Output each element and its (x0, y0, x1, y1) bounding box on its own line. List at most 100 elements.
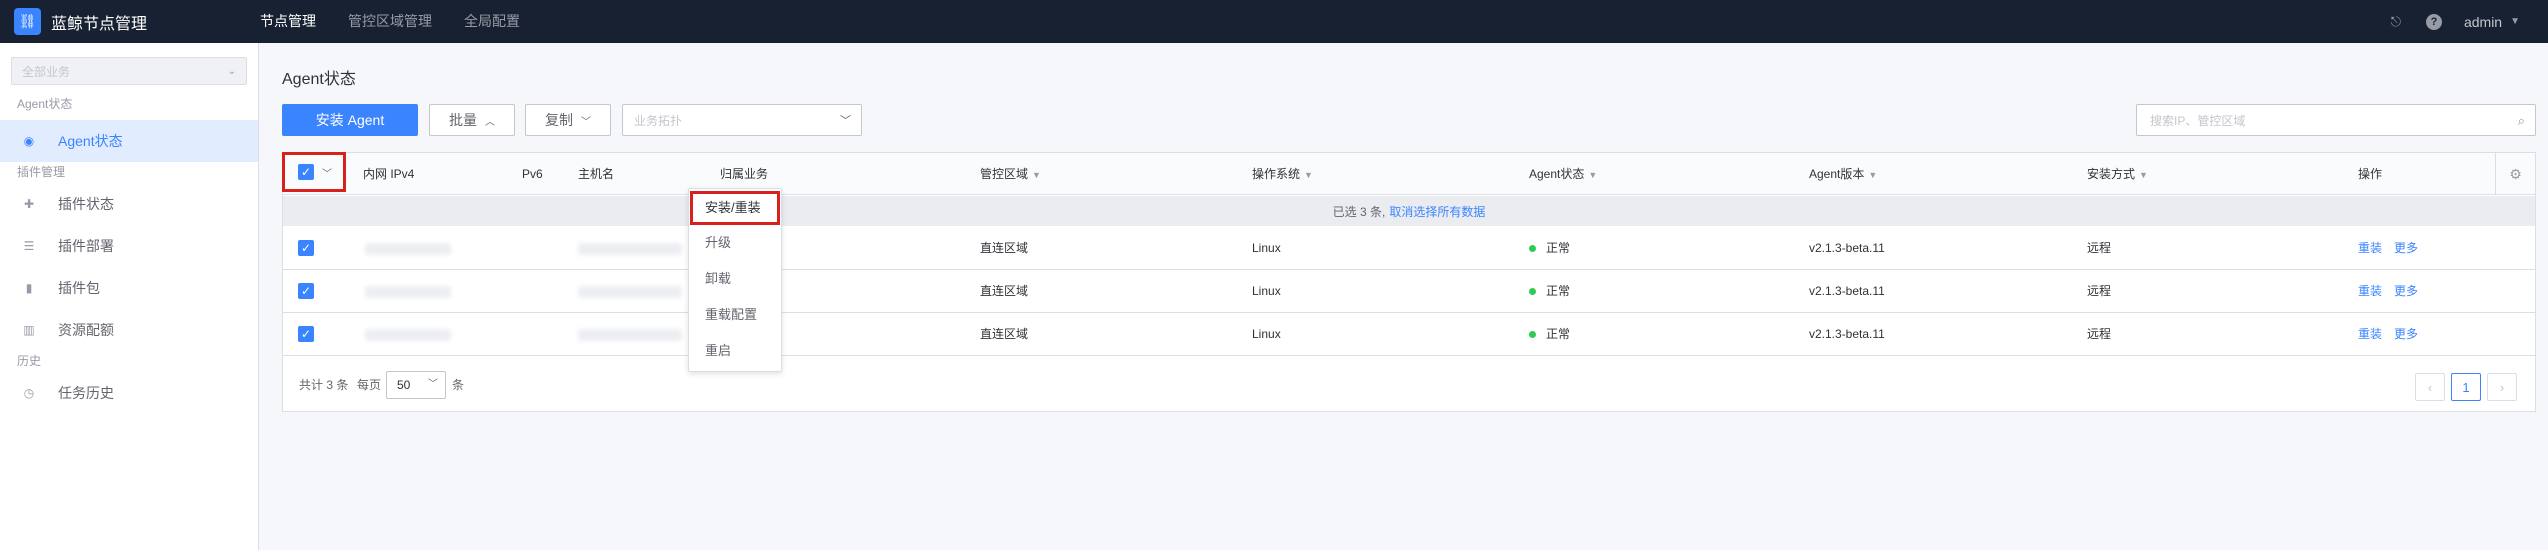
prev-page-button[interactable]: ‹ (2415, 373, 2445, 401)
column-agent-status[interactable]: Agent状态 ▼ (1529, 153, 1597, 195)
help-icon[interactable]: ? (2425, 13, 2442, 30)
select-all-checkbox-highlight[interactable]: ✓ ﹀ (282, 152, 346, 192)
nav-tab-global-config[interactable]: 全局配置 (464, 0, 520, 43)
batch-button[interactable]: 批量 ︿ (429, 104, 515, 136)
main-content: Agent状态 安装 Agent 批量 ︿ 复制 ﹀ 业务拓扑 ﹀ 搜索IP、管… (260, 43, 2548, 550)
sidebar-item-plugin-deploy[interactable]: ☰ 插件部署 (0, 225, 258, 267)
cell-actions: 重装 更多 (2358, 313, 2430, 355)
topology-select[interactable]: 业务拓扑 ﹀ (622, 104, 862, 136)
cell-os: Linux (1252, 284, 1281, 298)
cell-agent-status: 正常 (1529, 227, 1570, 269)
deploy-icon: ☰ (23, 239, 35, 253)
cell-os: Linux (1252, 241, 1281, 255)
batch-uninstall[interactable]: 卸载 (689, 261, 781, 297)
sidebar-item-task-history[interactable]: ◷ 任务历史 (0, 372, 258, 414)
sidebar-item-label: 任务历史 (58, 385, 114, 401)
sidebar-item-agent-status[interactable]: ◉ Agent状态 (0, 120, 258, 162)
column-label: Agent状态 (1529, 167, 1585, 181)
install-agent-button[interactable]: 安装 Agent (282, 104, 418, 136)
gear-icon[interactable]: ⚙ (2495, 153, 2535, 195)
sidebar-item-label: 插件状态 (58, 196, 114, 212)
sidebar-item-label: 插件部署 (58, 238, 114, 254)
bluekings-logo-icon: ⛓ (14, 8, 41, 35)
table-row: ✓ 蓝鲸 直连区域 Linux 正常 v2.1.3-beta.11 远程 重装更… (283, 227, 2535, 270)
more-link[interactable]: 更多 (2394, 327, 2418, 341)
brand[interactable]: ⛓ 蓝鲸节点管理 (0, 0, 260, 43)
status-dot (1529, 245, 1536, 253)
chevron-down-icon[interactable]: ﹀ (322, 165, 332, 180)
clear-selection-link[interactable]: 取消选择所有数据 (1389, 203, 1485, 220)
next-page-button[interactable]: › (2487, 373, 2517, 401)
select-all-checkbox[interactable]: ✓ (298, 164, 314, 180)
nav-tab-node-management[interactable]: 节点管理 (260, 0, 316, 43)
chevron-down-icon: ﹀ (428, 379, 438, 390)
sidebar-item-resource-quota[interactable]: ▥ 资源配额 (0, 309, 258, 351)
agent-table: ✓ ﹀ 内网 IPv4 Pv6 主机名 归属业务 管控区域 ▼ 操作系统 ▼ Age… (282, 152, 2536, 412)
sidebar-group-agent: Agent状态 (17, 97, 73, 111)
sidebar-item-plugin-status[interactable]: ✚ 插件状态 (0, 183, 258, 225)
filter-icon[interactable]: ▼ (1588, 170, 1597, 180)
column-label: Agent版本 (1809, 167, 1865, 181)
user-menu[interactable]: admin ▼ (2464, 14, 2520, 30)
cell-agent-status: 正常 (1529, 313, 1570, 355)
agent-icon: ◉ (23, 134, 35, 148)
page-1-button[interactable]: 1 (2451, 373, 2481, 401)
cell-install-method: 远程 (2087, 241, 2112, 255)
cell-agent-version: v2.1.3-beta.11 (1809, 327, 1885, 341)
topology-select-placeholder: 业务拓扑 (634, 113, 683, 128)
batch-reload-config[interactable]: 重载配置 (689, 297, 781, 333)
puzzle-icon: ✚ (23, 197, 35, 211)
row-checkbox[interactable]: ✓ (298, 283, 314, 299)
business-select-placeholder: 全部业务 (22, 64, 71, 79)
batch-restart[interactable]: 重启 (689, 333, 781, 369)
sidebar-group-history: 历史 (17, 354, 42, 368)
more-link[interactable]: 更多 (2394, 284, 2418, 298)
batch-button-label: 批量 (449, 112, 477, 128)
filter-icon[interactable]: ▼ (1032, 170, 1041, 180)
batch-upgrade[interactable]: 升级 (689, 225, 781, 261)
top-navigation: ⛓ 蓝鲸节点管理 节点管理 管控区域管理 全局配置 ⎋ ? admin ▼ (0, 0, 2548, 43)
toolbar: 安装 Agent 批量 ︿ 复制 ﹀ 业务拓扑 ﹀ 搜索IP、管控区域 ⌕ (282, 104, 2536, 136)
column-cloud-area[interactable]: 管控区域 ▼ (980, 153, 1041, 195)
page-size-select[interactable]: 50 ﹀ (386, 371, 446, 399)
cell-cloud-area: 直连区域 (980, 241, 1029, 255)
column-agent-version[interactable]: Agent版本 ▼ (1809, 153, 1877, 195)
clock-icon: ◷ (23, 386, 35, 400)
cell-hostname (578, 227, 682, 269)
batch-install-reinstall[interactable]: 安装/重装 (690, 191, 780, 225)
table-row: ✓ 蓝鲸 直连区域 Linux 正常 v2.1.3-beta.11 远程 重装更… (283, 270, 2535, 313)
column-actions: 操作 (2358, 167, 2383, 181)
business-select[interactable]: 全部业务 ⌄ (11, 57, 247, 85)
filter-icon[interactable]: ▼ (1304, 170, 1313, 180)
package-icon: ▮ (25, 281, 33, 295)
nav-tab-cloud-area[interactable]: 管控区域管理 (348, 0, 432, 43)
row-checkbox[interactable]: ✓ (298, 326, 314, 342)
column-install-method[interactable]: 安装方式 ▼ (2087, 153, 2148, 195)
sidebar: 全部业务 ⌄ Agent状态 ◉ Agent状态 插件管理 ✚ 插件状态 ☰ 插… (0, 43, 259, 550)
filter-icon[interactable]: ▼ (2139, 170, 2148, 180)
cell-ipv4 (365, 270, 451, 312)
row-checkbox[interactable]: ✓ (298, 240, 314, 256)
cell-cloud-area: 直连区域 (980, 327, 1029, 341)
copy-button[interactable]: 复制 ﹀ (525, 104, 611, 136)
column-ipv6: Pv6 (522, 167, 543, 181)
selection-bar: 已选 3 条, 取消选择所有数据 (283, 196, 2535, 226)
reinstall-link[interactable]: 重装 (2358, 284, 2382, 298)
reinstall-link[interactable]: 重装 (2358, 327, 2382, 341)
page-title: Agent状态 (282, 71, 356, 88)
chevron-down-icon: ﹀ (840, 115, 851, 127)
cell-install-method: 远程 (2087, 327, 2112, 341)
cell-agent-version: v2.1.3-beta.11 (1809, 284, 1885, 298)
nav-tabs: 节点管理 管控区域管理 全局配置 (260, 0, 552, 43)
more-link[interactable]: 更多 (2394, 241, 2418, 255)
status-dot (1529, 288, 1536, 296)
filter-icon[interactable]: ▼ (1868, 170, 1877, 180)
logout-icon[interactable]: ⎋ (2388, 14, 2404, 30)
column-hostname: 主机名 (578, 167, 615, 181)
column-os[interactable]: 操作系统 ▼ (1252, 153, 1313, 195)
reinstall-link[interactable]: 重装 (2358, 241, 2382, 255)
search-input[interactable]: 搜索IP、管控区域 ⌕ (2136, 104, 2536, 136)
sidebar-item-plugin-package[interactable]: ▮ 插件包 (0, 267, 258, 309)
cell-actions: 重装 更多 (2358, 227, 2430, 269)
sidebar-item-label: Agent状态 (58, 133, 123, 149)
